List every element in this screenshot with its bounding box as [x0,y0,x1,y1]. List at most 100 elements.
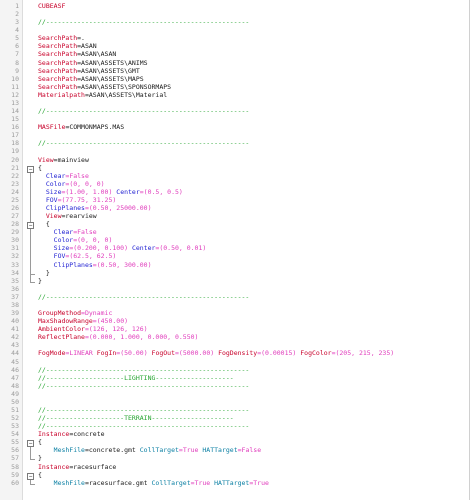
code-line[interactable]: 56 MeshFile=concrete.gmt CollTarget=True… [0,446,470,455]
code-line[interactable]: 14//------------------------------------… [0,107,470,116]
code-text: } [38,276,42,286]
code-token: =(0.50, 300.00) [92,260,152,269]
code-token: =ASAN\ASSETS\MAPS [77,74,144,83]
code-token: FOV [38,252,66,261]
code-token: } [38,268,50,277]
code-text: MASFile=COMMONMAPS.MAS [38,123,124,132]
code-text: MeshFile=racesurface.gmt CollTarget=True… [38,478,269,488]
line-number: 60 [11,478,19,487]
code-token: =ASAN\ASSETS\SPONSORMAPS [77,82,172,91]
code-text: Instance=racesurface [38,462,117,472]
code-line[interactable]: 60 MeshFile=racesurface.gmt CollTarget=T… [0,478,470,488]
code-token: CollTarget [139,446,179,455]
code-line[interactable]: 18//------------------------------------… [0,139,470,148]
code-line[interactable]: 49 [0,390,470,399]
code-token: =. [77,34,85,43]
code-token: MeshFile [38,478,85,487]
code-token: Color [38,236,74,245]
code-token: SearchPath [38,82,78,91]
code-token: Clear [38,228,74,237]
code-token: =False [65,171,89,180]
code-token: =(0.200, 0.100) [69,244,132,253]
code-line[interactable]: 54 Instance=concrete [0,430,470,439]
code-token: =(1.00, 1.00) [61,187,117,196]
code-token: FogIn [96,349,117,358]
code-line[interactable]: 1 CUBEASF [0,2,470,11]
code-token: //--------------------------------------… [38,406,250,414]
code-token: =(0, 0, 0) [73,236,113,245]
code-token: =(0.00015) [257,349,301,358]
code-line[interactable]: 33 ClipPlanes=(0.50, 300.00) [0,260,470,270]
code-token: ReflectPlane [38,333,85,342]
code-token: //--------------------------------------… [38,292,250,301]
code-token: SearchPath [38,34,78,43]
code-token: //--------------------------------------… [38,18,250,27]
code-token: =ASAN\ASSETS\GMT [77,66,140,75]
code-token: =(205, 215, 235) [331,349,395,358]
code-token: =ASAN [77,42,97,51]
code-token: =(62.5, 62.5) [65,252,117,261]
code-line[interactable]: 12 Materialpath=ASAN\ASSETS\Material [0,91,470,100]
code-token: =True [178,446,203,455]
code-token: Center [131,244,156,253]
code-text: //--------------------------------------… [38,381,250,391]
code-line[interactable]: 37//------------------------------------… [0,292,470,302]
code-token: AmbientColor [38,325,85,334]
code-line[interactable]: 27 View=rearview [0,212,470,221]
code-token: =(5000.00) [175,349,219,358]
code-token: ClipPlanes [38,204,85,212]
code-token: =LINEAR [65,349,97,358]
code-token: { [38,220,50,229]
code-token: HATTarget [214,478,250,487]
code-line[interactable]: 3//-------------------------------------… [0,18,470,27]
code-token: ClipPlanes [38,260,93,269]
code-token: { [38,163,42,172]
code-token: Instance [38,430,70,439]
code-token: FogOut [151,349,176,358]
code-token: Instance [38,462,70,471]
code-token: FogMode [38,349,66,358]
code-token: =False [237,446,262,455]
code-token: SearchPath [38,50,78,59]
code-token: SearchPath [38,74,78,83]
code-line[interactable]: 48//------------------------------------… [0,381,470,391]
code-line[interactable]: 35} [0,276,470,286]
code-text: //--------------------------------------… [38,139,249,148]
code-text: View=mainview [38,155,89,165]
code-line[interactable]: 58 Instance=racesurface [0,462,470,472]
code-token: Clear [38,171,66,180]
code-token: =(0, 0, 0) [65,179,105,188]
code-token: } [38,276,42,285]
code-line[interactable]: 16 MASFile=COMMONMAPS.MAS [0,123,470,132]
code-text: ReflectPlane=(0.000, 1.000, 0.000, 0.550… [38,333,199,342]
code-text: Instance=concrete [38,430,105,439]
code-token: MASFile [38,123,66,132]
code-token: =mainview [53,155,89,164]
code-token: SearchPath [38,66,78,75]
code-token: //--------------------------------------… [38,381,250,390]
code-token: =(450.00) [92,317,129,326]
code-line[interactable]: 20 View=mainview [0,155,470,165]
code-token: FogColor [300,349,332,358]
code-token: =(77.75, 31.25) [57,195,117,204]
code-text: //--------------------------------------… [38,292,250,302]
code-token: FogDensity [218,349,258,358]
code-text: //--------------------------------------… [38,107,249,116]
code-token: =True [190,478,215,487]
code-token: =ASAN\ASSETS\ANIMS [77,58,148,67]
code-token: View [38,212,62,221]
code-token: =concrete.gmt [84,446,140,455]
code-token: FOV [38,195,58,204]
code-line[interactable]: 44 FogMode=LINEAR FogIn=(50.00) FogOut=(5… [0,350,470,358]
code-token: =rearview [61,212,97,221]
code-text: MeshFile=concrete.gmt CollTarget=True HA… [38,446,262,455]
code-token: //--------------------LIGHTING----------… [38,373,234,382]
code-token: //--------------------TERRAIN-----------… [38,414,234,423]
code-line[interactable]: 42 ReflectPlane=(0.000, 1.000, 0.000, 0.5… [0,333,470,342]
code-token: Size [38,187,62,196]
code-line[interactable]: 34 } [0,268,470,278]
code-editor[interactable]: − − − − 1 CUBEASF 2 3//-----------------------… [0,0,470,500]
code-token: =racesurface [69,462,117,471]
code-token: =(0.000, 1.000, 0.000, 0.550) [84,333,199,342]
code-token: View [38,155,54,164]
